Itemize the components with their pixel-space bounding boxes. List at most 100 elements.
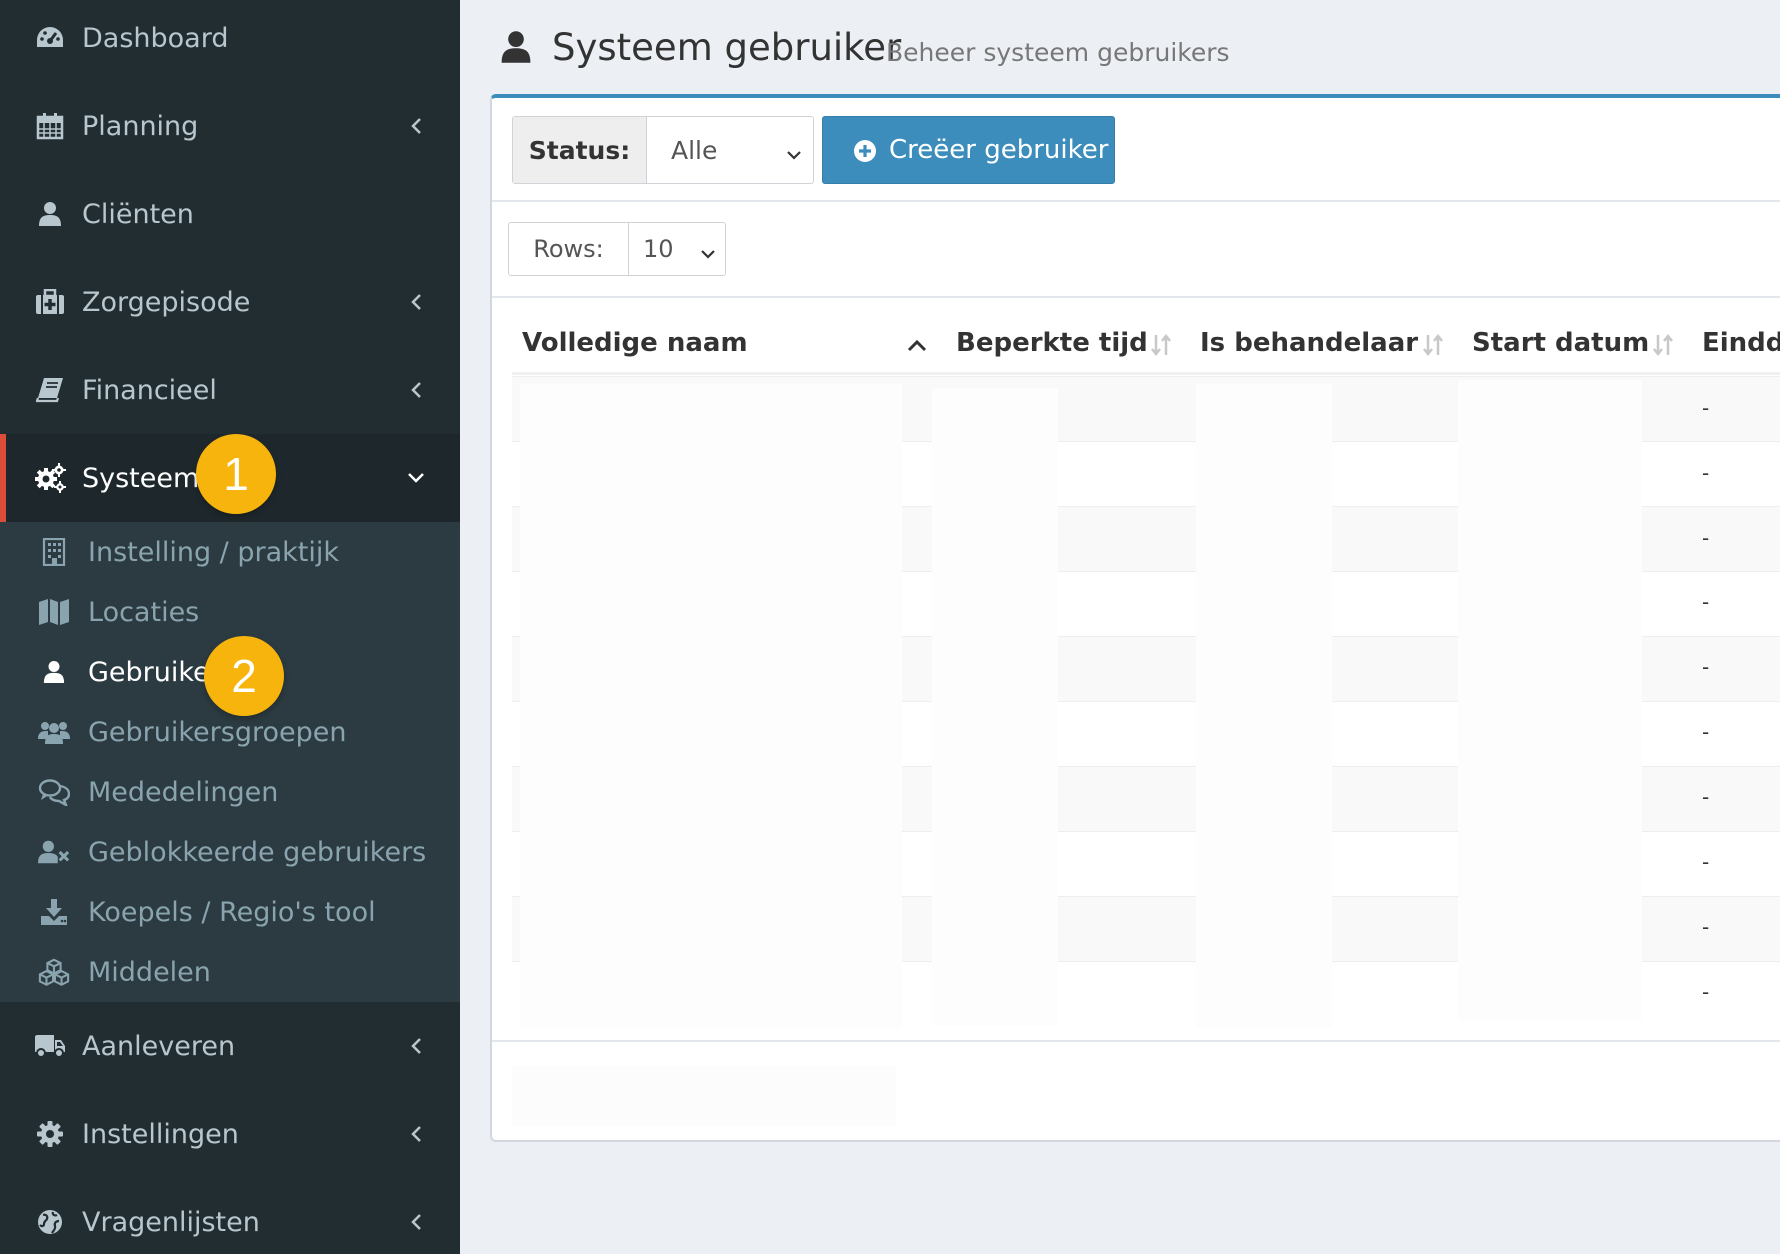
table-cell-einddatum: - <box>1702 396 1710 420</box>
table-bottom-divider <box>492 1040 1780 1042</box>
sidebar-item-label: Financieel <box>82 374 217 406</box>
sort-icon[interactable] <box>1420 332 1446 358</box>
sidebar-item-instellingen[interactable]: Instellingen <box>0 1090 460 1178</box>
column-header-volledige-naam[interactable]: Volledige naam <box>522 328 748 358</box>
sidebar-subitem-instelling[interactable]: Instelling / praktijk <box>0 522 460 582</box>
sidebar-item-zorgepisode[interactable]: Zorgepisode <box>0 258 460 346</box>
chevron-left-icon <box>404 290 428 314</box>
sidebar-item-clienten[interactable]: Cliënten <box>0 170 460 258</box>
column-header-einddatum[interactable]: Eindda <box>1702 328 1780 358</box>
sidebar-subitem-label: Middelen <box>88 956 211 988</box>
globe-icon <box>34 1206 66 1238</box>
comments-icon <box>38 776 70 808</box>
table-cell-einddatum: - <box>1702 915 1710 939</box>
sidebar-item-dashboard[interactable]: Dashboard <box>0 0 460 82</box>
column-header-start-datum[interactable]: Start datum <box>1472 328 1649 358</box>
sort-asc-icon[interactable] <box>904 332 930 358</box>
sidebar-item-planning[interactable]: Planning <box>0 82 460 170</box>
create-user-button[interactable]: Creëer gebruiker <box>822 116 1115 184</box>
user-times-icon <box>38 836 70 868</box>
table-header-divider <box>512 372 1780 375</box>
redacted-pagination-info <box>512 1066 896 1126</box>
rows-divider <box>492 296 1780 298</box>
sidebar-item-financieel[interactable]: Financieel <box>0 346 460 434</box>
toolbar-divider <box>492 200 1780 202</box>
column-header-beperkte-tijd[interactable]: Beperkte tijd <box>956 328 1148 358</box>
redacted-name-column <box>520 384 902 1028</box>
redacted-behandelaar-column <box>1196 384 1332 1028</box>
sort-icon[interactable] <box>1650 332 1676 358</box>
sidebar-item-label: Instellingen <box>82 1118 239 1150</box>
status-filter: Status: Alle <box>512 116 814 184</box>
chevron-left-icon <box>404 1034 428 1058</box>
table-cell-einddatum: - <box>1702 655 1710 679</box>
sort-icon[interactable] <box>1148 332 1174 358</box>
chevron-down-icon <box>699 239 717 267</box>
sidebar-subitem-label: Geblokkeerde gebruikers <box>88 836 427 868</box>
calendar-icon <box>34 110 66 142</box>
sidebar-item-label: Aanleveren <box>82 1030 236 1062</box>
page-subtitle: Beheer systeem gebruikers <box>886 38 1230 67</box>
redacted-beperkte-tijd-column <box>932 388 1058 1026</box>
chevron-down-icon <box>785 139 803 168</box>
rows-label: Rows: <box>509 223 629 275</box>
table-cell-einddatum: - <box>1702 850 1710 874</box>
chevron-down-icon <box>404 466 428 490</box>
status-select-value: Alle <box>671 135 718 165</box>
book-icon <box>34 374 66 406</box>
table-cell-einddatum: - <box>1702 720 1710 744</box>
table-cell-einddatum: - <box>1702 461 1710 485</box>
rows-per-page: Rows: 10 <box>508 222 726 276</box>
user-icon <box>38 656 70 688</box>
building-icon <box>38 536 70 568</box>
sidebar-subitem-label: Locaties <box>88 596 200 628</box>
medkit-icon <box>34 286 66 318</box>
sidebar-item-vragenlijsten[interactable]: Vragenlijsten <box>0 1178 460 1254</box>
download-icon <box>38 896 70 928</box>
sidebar-subitem-label: Instelling / praktijk <box>88 536 340 568</box>
sidebar-subitem-label: Gebruikersgroepen <box>88 716 347 748</box>
sidebar-subitem-mededelingen[interactable]: Mededelingen <box>0 762 460 822</box>
users-icon <box>38 716 70 748</box>
sidebar-subitem-locaties[interactable]: Locaties <box>0 582 460 642</box>
sidebar-subitem-koepels[interactable]: Koepels / Regio's tool <box>0 882 460 942</box>
sidebar-item-label: Vragenlijsten <box>82 1206 260 1238</box>
plus-circle-icon <box>853 139 877 170</box>
sidebar-item-label: Dashboard <box>82 22 229 54</box>
table-cell-einddatum: - <box>1702 590 1710 614</box>
page-title: Systeem gebruiker <box>552 26 902 69</box>
cubes-icon <box>38 956 70 988</box>
redacted-start-datum-column <box>1458 380 1642 1020</box>
sidebar-item-label: Systeem <box>82 462 200 494</box>
table-cell-einddatum: - <box>1702 785 1710 809</box>
chevron-left-icon <box>404 114 428 138</box>
status-select[interactable]: Alle <box>647 117 813 183</box>
chevron-left-icon <box>404 1210 428 1234</box>
systeem-submenu: Instelling / praktijk Locaties Gebruiker… <box>0 522 460 1002</box>
table-cell-einddatum: - <box>1702 980 1710 1004</box>
rows-select-value: 10 <box>643 235 674 263</box>
sidebar-item-label: Cliënten <box>82 198 194 230</box>
sidebar-item-label: Zorgepisode <box>82 286 251 318</box>
sidebar: Dashboard Planning Cliënten Zorgepisode … <box>0 0 460 1254</box>
truck-icon <box>34 1030 66 1062</box>
step-badge-2: 2 <box>204 636 284 716</box>
sidebar-subitem-label: Koepels / Regio's tool <box>88 896 376 928</box>
column-header-is-behandelaar[interactable]: Is behandelaar <box>1200 328 1418 358</box>
sidebar-item-label: Planning <box>82 110 199 142</box>
gears-icon <box>34 462 66 494</box>
user-icon <box>34 198 66 230</box>
create-user-label: Creëer gebruiker <box>889 135 1109 165</box>
header-user-icon <box>500 30 532 68</box>
gear-icon <box>34 1118 66 1150</box>
sidebar-item-aanleveren[interactable]: Aanleveren <box>0 1002 460 1090</box>
status-label: Status: <box>513 117 647 183</box>
step-badge-1: 1 <box>196 434 276 514</box>
table-cell-einddatum: - <box>1702 526 1710 550</box>
sidebar-subitem-geblokkeerde-gebruikers[interactable]: Geblokkeerde gebruikers <box>0 822 460 882</box>
dashboard-icon <box>34 22 66 54</box>
map-icon <box>38 596 70 628</box>
sidebar-subitem-middelen[interactable]: Middelen <box>0 942 460 1002</box>
chevron-left-icon <box>404 378 428 402</box>
rows-select[interactable]: 10 <box>629 223 725 275</box>
